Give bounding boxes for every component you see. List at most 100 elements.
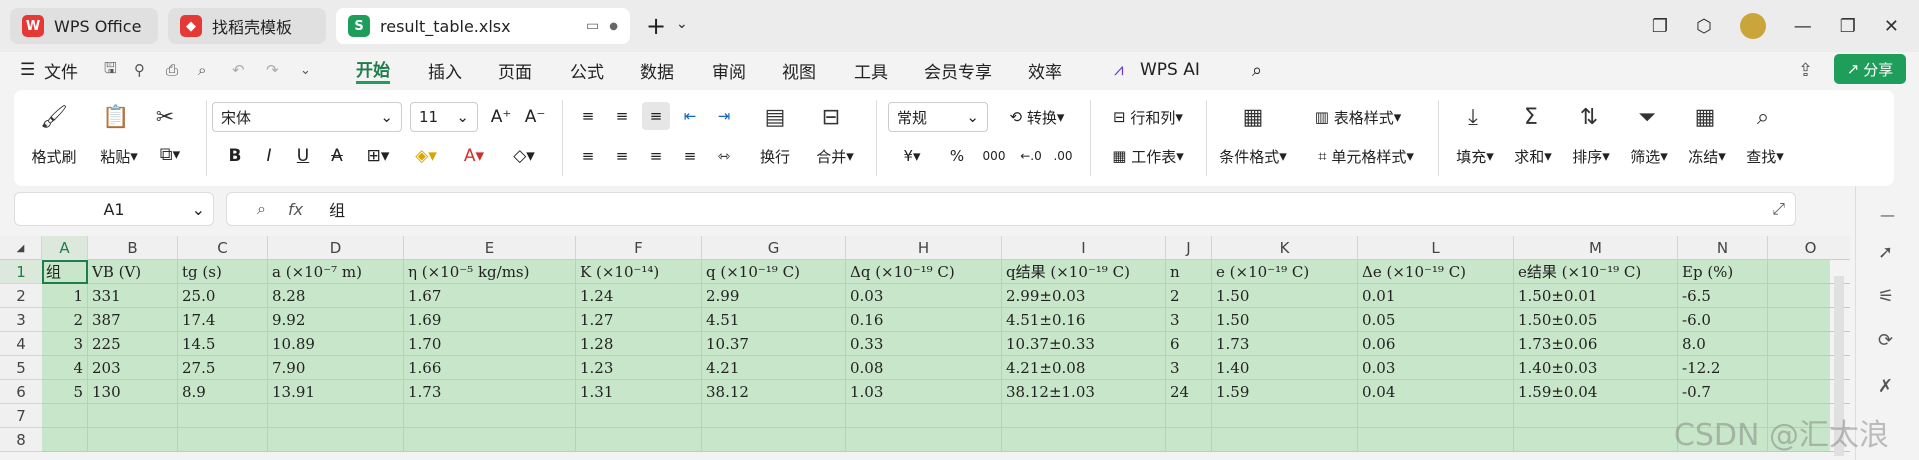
cell-b7[interactable] [88,404,178,428]
cell-g6[interactable]: 38.12 [702,380,846,404]
cell-c4[interactable]: 14.5 [178,332,268,356]
cell-d5[interactable]: 7.90 [268,356,404,380]
share-button[interactable]: ↗ 分享 [1834,54,1906,84]
cell-c1[interactable]: tg (s) [178,260,268,284]
monitor-icon[interactable]: ▭ [586,18,599,34]
column-header-c[interactable]: C [178,236,268,260]
cell-b3[interactable]: 387 [88,308,178,332]
tab-list-icon[interactable]: ⌄ [676,16,688,32]
cell-j8[interactable] [1166,428,1212,452]
tools-icon[interactable]: ✗ [1878,376,1893,397]
cell-i7[interactable] [1002,404,1166,428]
column-header-n[interactable]: N [1678,236,1768,260]
maximize-icon[interactable]: ❐ [1840,16,1856,37]
copy-icon[interactable]: ⧉ ▾ [150,140,190,168]
cell-m5[interactable]: 1.40±0.03 [1514,356,1678,380]
cell-g5[interactable]: 4.21 [702,356,846,380]
cell-f4[interactable]: 1.28 [576,332,702,356]
cell-c5[interactable]: 27.5 [178,356,268,380]
distribute-icon[interactable]: ⇿ [710,142,738,170]
column-header-m[interactable]: M [1514,236,1678,260]
cell-k2[interactable]: 1.50 [1212,284,1358,308]
cell-g1[interactable]: q (×10⁻¹⁹ C) [702,260,846,284]
row-header-2[interactable]: 2 [0,284,42,308]
cell-l4[interactable]: 0.06 [1358,332,1514,356]
cell-c8[interactable] [178,428,268,452]
undo-icon[interactable]: ↶ [232,56,245,84]
column-header-o[interactable]: O [1768,236,1850,260]
cell-i4[interactable]: 10.37±0.33 [1002,332,1166,356]
row-col-button[interactable]: ⊟ 行和列 ▾ [1100,102,1196,132]
cell-a1[interactable]: 组 [42,260,88,284]
cell-g4[interactable]: 10.37 [702,332,846,356]
cut-icon[interactable]: ✂ [150,100,180,134]
fill-button[interactable]: 填充 ▾ [1450,144,1500,168]
cell-h5[interactable]: 0.08 [846,356,1002,380]
cell-d1[interactable]: a (×10⁻⁷ m) [268,260,404,284]
cell-d6[interactable]: 13.91 [268,380,404,404]
cell-c2[interactable]: 25.0 [178,284,268,308]
redo-icon[interactable]: ↷ [266,56,279,84]
cell-k5[interactable]: 1.40 [1212,356,1358,380]
cond-format-button[interactable]: 条件格式 ▾ [1212,144,1294,168]
cell-m7[interactable] [1514,404,1678,428]
indent-decrease-icon[interactable]: ⇤ [676,102,704,130]
column-header-f[interactable]: F [576,236,702,260]
cell-g8[interactable] [702,428,846,452]
print-icon[interactable]: ⎙ [166,56,178,84]
cell-d2[interactable]: 8.28 [268,284,404,308]
cell-f8[interactable] [576,428,702,452]
cell-n2[interactable]: -6.5 [1678,284,1768,308]
percent-button[interactable]: % [942,142,972,170]
cell-l5[interactable]: 0.03 [1358,356,1514,380]
cell-c3[interactable]: 17.4 [178,308,268,332]
convert-button[interactable]: ⟲ 转换 ▾ [996,102,1078,132]
cell-m4[interactable]: 1.73±0.06 [1514,332,1678,356]
cell-e8[interactable] [404,428,576,452]
cell-h6[interactable]: 1.03 [846,380,1002,404]
align-left-icon[interactable]: ≡ [574,142,602,170]
cell-e7[interactable] [404,404,576,428]
merge-button[interactable]: 合并 ▾ [808,144,862,168]
tab-result-table[interactable]: S result_table.xlsx ▭ ● [336,8,630,44]
align-middle-icon[interactable]: ≡ [608,102,636,130]
search-icon[interactable]: ⌕ [1252,56,1262,84]
worksheet-button[interactable]: ▦ 工作表 ▾ [1100,142,1196,170]
column-header-i[interactable]: I [1002,236,1166,260]
print-preview-icon[interactable]: ⌕ [198,56,206,84]
restore-tabs-icon[interactable]: ❐ [1652,16,1668,37]
menu-tools[interactable]: 工具 [854,56,888,84]
cell-j3[interactable]: 3 [1166,308,1212,332]
cell-j7[interactable] [1166,404,1212,428]
menu-home[interactable]: 开始 [356,56,390,84]
fx-icon[interactable]: fx [288,200,303,219]
cell-k4[interactable]: 1.73 [1212,332,1358,356]
cell-n6[interactable]: -0.7 [1678,380,1768,404]
settings-slider-icon[interactable]: ⚟ [1878,286,1894,307]
collapse-icon[interactable]: — [1880,206,1895,224]
table-style-button[interactable]: ▥ 表格样式 ▾ [1306,102,1410,132]
cell-k8[interactable] [1212,428,1358,452]
paste-button[interactable]: 粘贴 ▾ [92,144,146,168]
cell-a2[interactable]: 1 [42,284,88,308]
cell-m6[interactable]: 1.59±0.04 [1514,380,1678,404]
share-doc-icon[interactable]: ⚲ [134,56,145,84]
cell-i2[interactable]: 2.99±0.03 [1002,284,1166,308]
cell-h7[interactable] [846,404,1002,428]
underline-icon[interactable]: U [290,142,316,170]
font-family-select[interactable]: 宋体 ⌄ [212,102,402,132]
cell-n4[interactable]: 8.0 [1678,332,1768,356]
column-header-e[interactable]: E [404,236,576,260]
align-top-icon[interactable]: ≡ [574,102,602,130]
menu-wps-ai[interactable]: WPS AI [1140,56,1200,84]
cube-icon[interactable]: ⬡ [1696,16,1712,37]
cell-d4[interactable]: 10.89 [268,332,404,356]
cell-b5[interactable]: 203 [88,356,178,380]
expand-formula-icon[interactable]: ⤢ [1772,199,1785,219]
clear-format-icon[interactable]: ◇▾ [504,142,544,170]
row-header-8[interactable]: 8 [0,428,42,452]
pointer-icon[interactable]: ➚ [1878,242,1893,263]
cell-i1[interactable]: q结果 (×10⁻¹⁹ C) [1002,260,1166,284]
cell-a6[interactable]: 5 [42,380,88,404]
cell-a5[interactable]: 4 [42,356,88,380]
